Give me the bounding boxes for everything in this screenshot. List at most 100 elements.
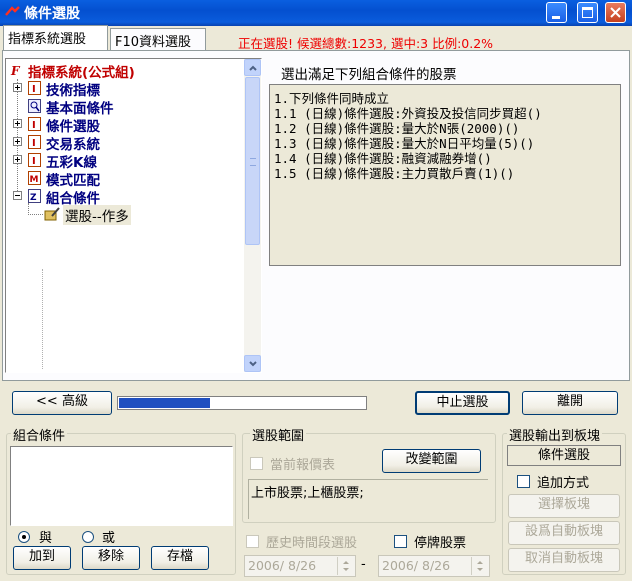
tree-item-pattern[interactable]: M 模式匹配 [6, 169, 246, 189]
svg-text:F: F [10, 64, 21, 76]
grip-icon [250, 158, 256, 166]
suspended-label: 停牌股票 [414, 536, 467, 551]
title-bar[interactable]: 條件選股 [0, 0, 632, 26]
set-auto-block-button[interactable]: 設爲自動板塊 [508, 521, 620, 545]
tree-root[interactable]: F 指標系統(公式組) [6, 61, 246, 81]
indicator-icon: I [28, 153, 41, 167]
advanced-button[interactable]: << 高級 [12, 391, 112, 415]
tree-item-sell-long[interactable]: 選股--作多 [6, 203, 246, 225]
tree-scrollbar[interactable] [244, 59, 261, 372]
append-label: 追加方式 [537, 476, 590, 491]
close-button[interactable] [605, 2, 626, 23]
svg-text:Z: Z [30, 193, 37, 203]
select-block-button[interactable]: 選擇板塊 [508, 494, 620, 518]
tree-item-condition[interactable]: I 條件選股 [6, 115, 246, 135]
or-label: 或 [102, 531, 116, 546]
app-icon [5, 6, 20, 16]
start-date-picker[interactable]: 2006/ 8/26 [244, 555, 356, 577]
scroll-down-button[interactable] [244, 355, 261, 372]
folder-pen-icon [44, 207, 60, 221]
append-checkbox[interactable] [517, 475, 530, 488]
remove-button[interactable]: 移除 [82, 546, 140, 570]
start-date-value: 2006/ 8/26 [248, 558, 317, 573]
and-radio[interactable] [18, 531, 30, 543]
results-heading: 選出滿足下列組合條件的股票 [281, 67, 457, 83]
maximize-button[interactable] [577, 2, 598, 23]
spinner-icon [343, 561, 349, 571]
close-icon [610, 7, 621, 18]
expand-icon[interactable] [13, 155, 22, 164]
tree-item-label: 條件選股 [46, 119, 100, 135]
current-quote-checkbox[interactable] [250, 457, 263, 470]
tree-item-label: 五彩K線 [46, 155, 97, 171]
combo-list[interactable] [10, 446, 233, 526]
window-title: 條件選股 [24, 6, 80, 22]
indicator-icon: I [28, 81, 41, 95]
tree-root-label: 指標系統(公式組) [28, 65, 135, 81]
tree-item-label: 基本面條件 [46, 101, 114, 117]
output-target-field[interactable]: 條件選股 [507, 445, 621, 466]
combo-group-label: 組合條件 [11, 425, 68, 444]
tree-item-label: 交易系統 [46, 137, 100, 153]
combo-icon: Z [28, 189, 41, 203]
add-button[interactable]: 加到 [13, 546, 71, 570]
end-date-value: 2006/ 8/26 [382, 558, 451, 573]
end-date-spinner[interactable] [471, 557, 488, 575]
fundamental-icon [28, 99, 41, 113]
range-text-box: 上市股票;上櫃股票; [248, 479, 488, 519]
tab-f10-selection[interactable]: F10資料選股 [110, 28, 206, 50]
svg-text:I: I [32, 156, 36, 167]
range-scope-text: 上市股票;上櫃股票; [251, 486, 364, 501]
formula-tree[interactable]: F 指標系統(公式組) I 技術指標 基本面條件 I 條件選股 I 交易系統 I… [5, 58, 262, 373]
tree-item-label: 組合條件 [46, 191, 100, 207]
minimize-button[interactable] [546, 2, 567, 23]
chevron-up-icon [249, 65, 257, 71]
maximize-icon [582, 7, 593, 18]
scroll-thumb[interactable] [245, 77, 260, 245]
tree-item-trading[interactable]: I 交易系統 [6, 133, 246, 153]
suspended-checkbox[interactable] [394, 535, 407, 548]
and-label: 與 [39, 531, 53, 546]
results-box: 1.下列條件同時成立 1.1 (日線)條件選股:外資投及投信同步買超() 1.2… [269, 84, 621, 266]
svg-text:I: I [32, 84, 36, 95]
scroll-up-button[interactable] [244, 59, 261, 76]
tree-item-technical[interactable]: I 技術指標 [6, 79, 246, 99]
tree-item-label: 技術指標 [46, 83, 100, 99]
save-button[interactable]: 存檔 [151, 546, 209, 570]
formula-root-icon: F [10, 64, 21, 76]
change-range-button[interactable]: 改變範圍 [382, 449, 481, 473]
history-label: 歷史時間段選股 [266, 536, 358, 551]
tree-item-candles[interactable]: I 五彩K線 [6, 151, 246, 171]
or-radio[interactable] [82, 531, 94, 543]
minimize-icon [552, 16, 560, 19]
output-group-label: 選股輸出到板塊 [507, 425, 603, 444]
tree-child-label: 選股--作多 [63, 205, 131, 225]
tab-indicator-selection[interactable]: 指標系統選股 [3, 25, 108, 50]
spinner-icon [477, 561, 483, 571]
range-group-label: 選股範圍 [250, 425, 307, 444]
date-separator: - [361, 557, 366, 572]
current-quote-label: 當前報價表 [270, 458, 336, 473]
tree-connector [28, 203, 43, 215]
progress-fill [119, 398, 210, 408]
expand-icon[interactable] [13, 83, 22, 92]
end-date-picker[interactable]: 2006/ 8/26 [378, 555, 490, 577]
cancel-auto-block-button[interactable]: 取消自動板塊 [508, 548, 620, 572]
tree-item-fundamental[interactable]: 基本面條件 [6, 97, 246, 117]
pattern-icon: M [28, 171, 41, 185]
tree-item-label: 模式匹配 [46, 173, 100, 189]
history-checkbox[interactable] [246, 535, 259, 548]
svg-text:M: M [30, 175, 39, 185]
tree-connector-lower [42, 269, 43, 369]
indicator-icon: I [28, 135, 41, 149]
indicator-icon: I [28, 117, 41, 131]
start-date-spinner[interactable] [337, 557, 354, 575]
result-line: 1.5 (日線)條件選股:主力買散戶賣(1)() [274, 166, 515, 181]
stop-selection-button[interactable]: 中止選股 [415, 391, 510, 415]
expand-icon[interactable] [13, 137, 22, 146]
svg-text:I: I [32, 120, 36, 131]
leave-button[interactable]: 離開 [522, 391, 618, 415]
collapse-icon[interactable] [13, 191, 22, 200]
chevron-down-icon [249, 361, 257, 367]
expand-icon[interactable] [13, 119, 22, 128]
